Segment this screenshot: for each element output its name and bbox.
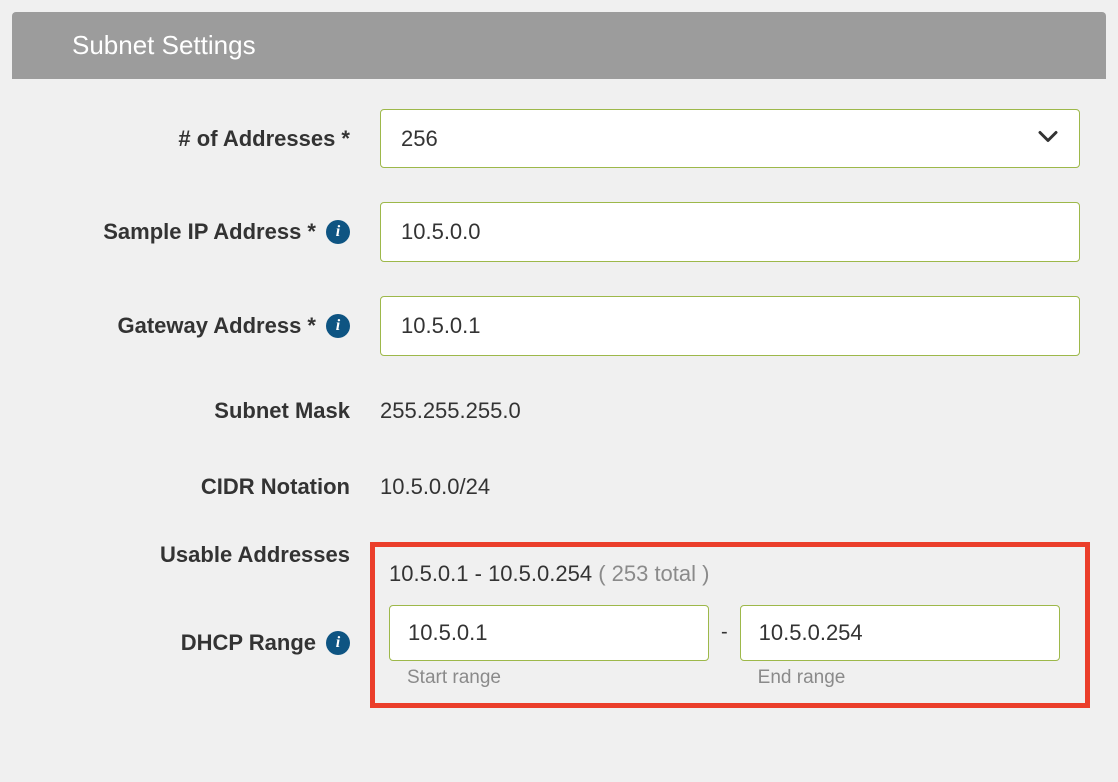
value-mask: 255.255.255.0 bbox=[380, 390, 1098, 432]
value-sample-ip bbox=[380, 202, 1098, 262]
panel-title: Subnet Settings bbox=[72, 30, 256, 60]
dhcp-end-input[interactable] bbox=[740, 605, 1060, 661]
cidr-value-text: 10.5.0.0/24 bbox=[380, 474, 490, 499]
labels-stack: Usable Addresses DHCP Range i bbox=[20, 542, 380, 688]
label-dhcp-text: DHCP Range bbox=[181, 630, 316, 656]
row-sample-ip: Sample IP Address * i bbox=[20, 202, 1098, 262]
dhcp-end-caption: End range bbox=[758, 667, 1060, 689]
subnet-settings-panel: Subnet Settings # of Addresses * 256 S bbox=[0, 12, 1118, 728]
dhcp-end-field: End range bbox=[740, 605, 1060, 689]
value-addresses: 256 bbox=[380, 109, 1098, 168]
row-addresses: # of Addresses * 256 bbox=[20, 109, 1098, 168]
row-mask: Subnet Mask 255.255.255.0 bbox=[20, 390, 1098, 432]
usable-line: 10.5.0.1 - 10.5.0.254 ( 253 total ) bbox=[389, 561, 709, 587]
label-cidr: CIDR Notation bbox=[20, 474, 380, 500]
addresses-select-wrap: 256 bbox=[380, 109, 1080, 168]
dhcp-range-wrap: Start range - End range bbox=[389, 605, 1060, 689]
usable-total-text: ( 253 total ) bbox=[598, 561, 709, 586]
highlight-box: 10.5.0.1 - 10.5.0.254 ( 253 total ) Star… bbox=[370, 542, 1090, 708]
label-cidr-text: CIDR Notation bbox=[201, 474, 350, 500]
panel-header: Subnet Settings bbox=[12, 12, 1106, 79]
value-gateway bbox=[380, 296, 1098, 356]
dhcp-dash: - bbox=[721, 605, 728, 644]
sample-ip-input[interactable] bbox=[380, 202, 1080, 262]
label-dhcp: DHCP Range i bbox=[20, 630, 380, 656]
info-icon[interactable]: i bbox=[326, 314, 350, 338]
row-usable: 10.5.0.1 - 10.5.0.254 ( 253 total ) bbox=[389, 561, 1071, 587]
dhcp-start-field: Start range bbox=[389, 605, 709, 689]
label-sample-ip-text: Sample IP Address * bbox=[103, 219, 316, 245]
dhcp-start-input[interactable] bbox=[389, 605, 709, 661]
label-gateway-text: Gateway Address * bbox=[118, 313, 317, 339]
form-body: # of Addresses * 256 Sample IP Address *… bbox=[0, 79, 1118, 728]
row-gateway: Gateway Address * i bbox=[20, 296, 1098, 356]
label-addresses-text: # of Addresses * bbox=[178, 126, 350, 152]
value-cidr: 10.5.0.0/24 bbox=[380, 466, 1098, 508]
mask-value-text: 255.255.255.0 bbox=[380, 398, 521, 423]
label-sample-ip: Sample IP Address * i bbox=[20, 219, 380, 245]
gateway-input[interactable] bbox=[380, 296, 1080, 356]
row-cidr: CIDR Notation 10.5.0.0/24 bbox=[20, 466, 1098, 508]
label-mask: Subnet Mask bbox=[20, 398, 380, 424]
highlighted-group: Usable Addresses DHCP Range i 10.5.0.1 -… bbox=[20, 542, 1098, 708]
label-gateway: Gateway Address * i bbox=[20, 313, 380, 339]
label-usable-text: Usable Addresses bbox=[160, 542, 350, 568]
info-icon[interactable]: i bbox=[326, 631, 350, 655]
row-dhcp: Start range - End range bbox=[389, 605, 1071, 689]
info-icon[interactable]: i bbox=[326, 220, 350, 244]
dhcp-start-caption: Start range bbox=[407, 667, 709, 689]
label-usable: Usable Addresses bbox=[20, 542, 380, 568]
label-addresses: # of Addresses * bbox=[20, 126, 380, 152]
label-mask-text: Subnet Mask bbox=[214, 398, 350, 424]
addresses-select[interactable]: 256 bbox=[380, 109, 1080, 168]
usable-range-text: 10.5.0.1 - 10.5.0.254 bbox=[389, 561, 592, 586]
